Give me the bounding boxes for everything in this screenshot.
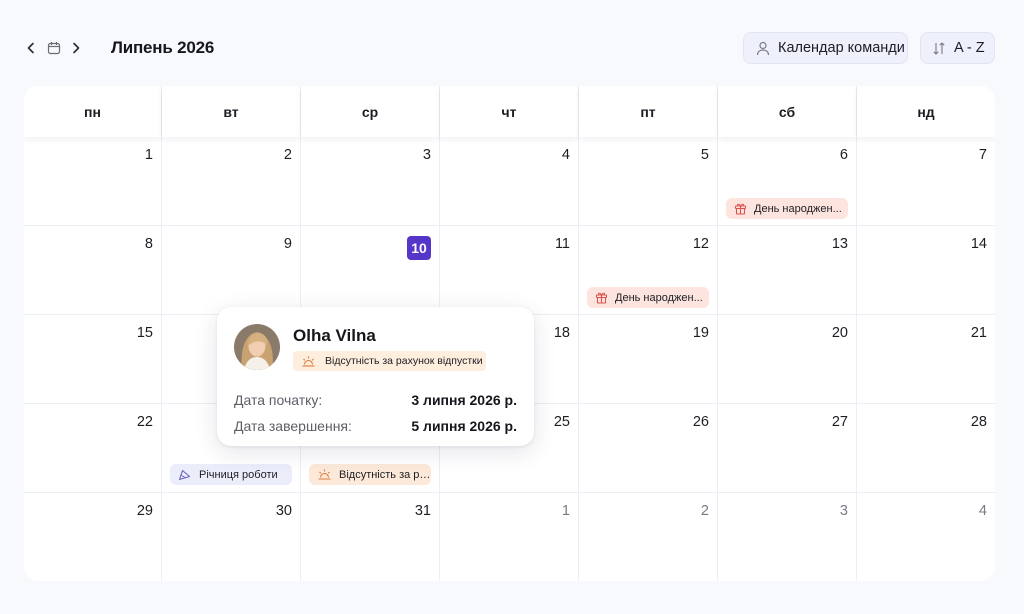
party-popper-icon xyxy=(178,469,191,481)
month-title: Липень 2026 xyxy=(111,38,215,57)
sort-label: A - Z xyxy=(954,40,985,56)
day-cell[interactable]: 26 xyxy=(679,414,709,430)
sun-icon xyxy=(302,356,315,367)
day-cell[interactable]: 1 xyxy=(123,147,153,163)
day-cell[interactable]: 22 xyxy=(123,414,153,430)
day-cell[interactable]: 7 xyxy=(957,147,987,163)
day-cell[interactable]: 29 xyxy=(123,503,153,519)
sun-icon xyxy=(318,469,331,480)
day-cell[interactable]: 6 xyxy=(818,147,848,163)
day-cell[interactable]: 4 xyxy=(540,147,570,163)
day-cell[interactable]: 8 xyxy=(123,236,153,252)
row-divider xyxy=(24,225,995,226)
team-calendar-button[interactable]: Календар команди xyxy=(743,32,908,64)
column-divider xyxy=(717,86,718,581)
column-divider xyxy=(161,86,162,581)
end-date-value: 5 липня 2026 р. xyxy=(411,418,517,434)
absence-type-label: Відсутність за рахунок відпустки xyxy=(325,355,483,367)
day-cell[interactable]: 27 xyxy=(818,414,848,430)
end-date-row: Дата завершення: 5 липня 2026 р. xyxy=(234,418,517,434)
event-birthday[interactable]: День народжен... xyxy=(726,198,848,219)
chevron-right-icon xyxy=(73,42,80,54)
weekday-header-sat: сб xyxy=(718,86,856,137)
day-cell[interactable]: 20 xyxy=(818,325,848,341)
day-cell[interactable]: 21 xyxy=(957,325,987,341)
day-cell[interactable]: 9 xyxy=(262,236,292,252)
day-cell[interactable]: 31 xyxy=(401,503,431,519)
event-label: День народжен... xyxy=(754,202,842,215)
chevron-left-icon xyxy=(27,42,34,54)
start-date-row: Дата початку: 3 липня 2026 р. xyxy=(234,392,517,408)
day-cell-next-month[interactable]: 1 xyxy=(540,503,570,519)
calendar-icon xyxy=(47,42,61,55)
day-cell[interactable]: 14 xyxy=(957,236,987,252)
weekday-header-mon: пн xyxy=(24,86,161,137)
day-cell-next-month[interactable]: 2 xyxy=(679,503,709,519)
day-cell[interactable]: 5 xyxy=(679,147,709,163)
event-vacation[interactable]: Відсутність за рах... xyxy=(309,464,431,485)
day-cell-next-month[interactable]: 3 xyxy=(818,503,848,519)
day-cell[interactable]: 25 xyxy=(540,414,570,430)
event-label: Річниця роботи xyxy=(199,468,278,481)
day-cell[interactable]: 28 xyxy=(957,414,987,430)
day-cell[interactable]: 3 xyxy=(401,147,431,163)
gift-icon xyxy=(734,203,747,215)
prev-month-button[interactable] xyxy=(22,39,40,57)
day-cell[interactable]: 30 xyxy=(262,503,292,519)
team-calendar-label: Календар команди xyxy=(778,40,905,56)
day-cell[interactable]: 2 xyxy=(262,147,292,163)
row-divider xyxy=(24,492,995,493)
start-date-label: Дата початку: xyxy=(234,392,323,408)
weekday-header-tue: вт xyxy=(162,86,300,137)
gift-icon xyxy=(595,292,608,304)
end-date-label: Дата завершення: xyxy=(234,418,352,434)
event-label: День народжен... xyxy=(615,291,703,304)
event-label: Відсутність за рах... xyxy=(339,468,431,481)
sort-button[interactable]: A - Z xyxy=(920,32,995,64)
day-cell[interactable]: 13 xyxy=(818,236,848,252)
avatar[interactable] xyxy=(234,324,280,370)
day-cell[interactable]: 11 xyxy=(540,236,570,252)
weekday-header-fri: пт xyxy=(579,86,717,137)
employee-name: Olha Vilna xyxy=(293,326,376,345)
column-divider xyxy=(856,86,857,581)
employee-event-popover: Olha Vilna Відсутність за рахунок відпус… xyxy=(217,307,534,446)
event-birthday[interactable]: День народжен... xyxy=(587,287,709,308)
absence-type-badge: Відсутність за рахунок відпустки xyxy=(293,351,486,371)
day-cell[interactable]: 19 xyxy=(679,325,709,341)
weekday-header-sun: нд xyxy=(857,86,995,137)
calendar-picker-button[interactable] xyxy=(45,39,63,57)
user-icon xyxy=(756,41,770,55)
day-cell[interactable]: 18 xyxy=(540,325,570,341)
event-work-anniversary[interactable]: Річниця роботи xyxy=(170,464,292,485)
today-day-badge[interactable]: 10 xyxy=(407,236,431,260)
day-cell-next-month[interactable]: 4 xyxy=(957,503,987,519)
weekday-header-wed: ср xyxy=(301,86,439,137)
column-divider xyxy=(578,86,579,581)
sort-icon xyxy=(933,41,945,55)
day-cell[interactable]: 12 xyxy=(679,236,709,252)
next-month-button[interactable] xyxy=(67,39,85,57)
weekday-header-thu: чт xyxy=(440,86,578,137)
start-date-value: 3 липня 2026 р. xyxy=(411,392,517,408)
day-cell[interactable]: 15 xyxy=(123,325,153,341)
